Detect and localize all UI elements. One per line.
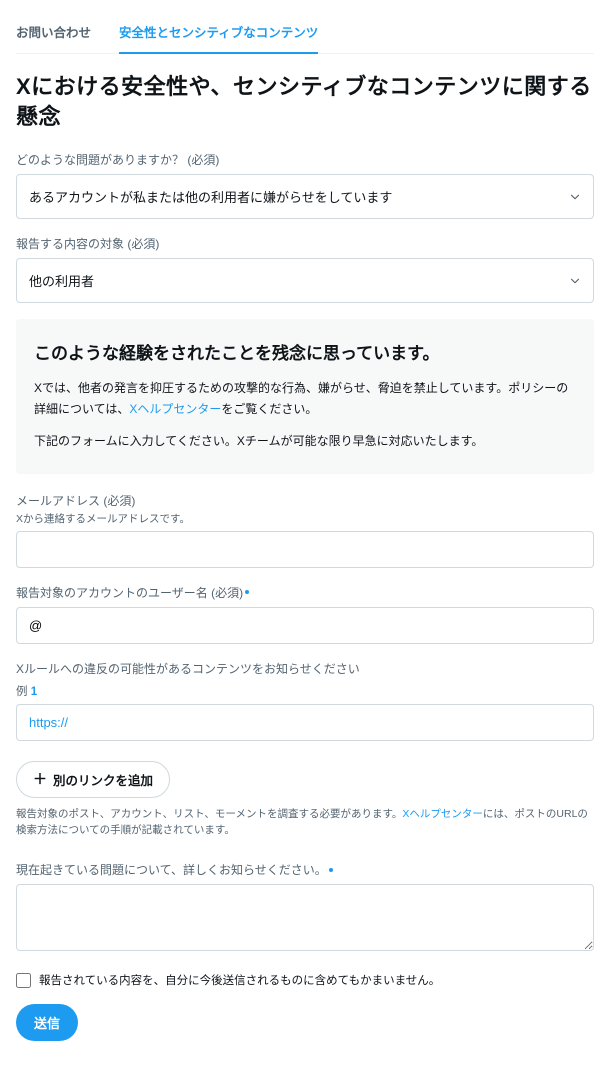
field-violation-content: Xルールへの違反の可能性があるコンテンツをお知らせください 例 1 bbox=[16, 660, 594, 741]
field-label: どのような問題がありますか？ (必須) bbox=[16, 151, 594, 168]
tabs: お問い合わせ 安全性とセンシティブなコンテンツ bbox=[16, 0, 594, 54]
required-indicator-icon bbox=[245, 590, 249, 594]
field-label: 報告する内容の対象 (必須) bbox=[16, 235, 594, 252]
field-report-target: 報告する内容の対象 (必須) 他の利用者 bbox=[16, 235, 594, 303]
field-label: 現在起きている問題について、詳しくお知らせください。 bbox=[16, 861, 594, 878]
email-input[interactable] bbox=[16, 531, 594, 568]
field-details: 現在起きている問題について、詳しくお知らせください。 bbox=[16, 861, 594, 954]
field-sublabel: Xから連絡するメールアドレスです。 bbox=[16, 511, 594, 526]
info-heading: このような経験をされたことを残念に思っています。 bbox=[34, 339, 576, 364]
field-label: メールアドレス (必須) bbox=[16, 492, 594, 509]
info-paragraph-2: 下記のフォームに入力してください。Xチームが可能な限り早急に対応いたします。 bbox=[34, 431, 576, 451]
field-label: 報告対象のアカウントのユーザー名 (必須) bbox=[16, 584, 594, 601]
page-title: Xにおける安全性や、センシティブなコンテンツに関する懸念 bbox=[16, 72, 594, 131]
field-reported-username: 報告対象のアカウントのユーザー名 (必須) bbox=[16, 584, 594, 644]
help-center-link-2[interactable]: Xヘルプセンター bbox=[402, 808, 483, 820]
field-label: Xルールへの違反の可能性があるコンテンツをお知らせください bbox=[16, 660, 594, 677]
select-value: あるアカウントが私または他の利用者に嫌がらせをしています bbox=[29, 187, 392, 206]
add-link-button[interactable]: ＋ 別のリンクを追加 bbox=[16, 761, 170, 798]
select-value: 他の利用者 bbox=[29, 271, 94, 290]
add-link-label: 別のリンクを追加 bbox=[53, 770, 153, 789]
submit-button[interactable]: 送信 bbox=[16, 1004, 78, 1041]
example-label: 例 1 bbox=[16, 683, 594, 699]
report-target-select[interactable]: 他の利用者 bbox=[16, 258, 594, 303]
issue-type-select[interactable]: あるアカウントが私または他の利用者に嫌がらせをしています bbox=[16, 174, 594, 219]
info-box: このような経験をされたことを残念に思っています。 Xでは、他者の発言を抑圧するた… bbox=[16, 319, 594, 473]
violation-url-input[interactable] bbox=[16, 704, 594, 741]
reported-username-input[interactable] bbox=[16, 607, 594, 644]
details-textarea[interactable] bbox=[16, 884, 594, 951]
tab-contact[interactable]: お問い合わせ bbox=[16, 12, 91, 53]
consent-checkbox[interactable] bbox=[16, 973, 31, 988]
help-center-link[interactable]: Xヘルプセンター bbox=[129, 402, 221, 416]
info-paragraph-1: Xでは、他者の発言を抑圧するための攻撃的な行為、嫌がらせ、脅迫を禁止しています。… bbox=[34, 378, 576, 419]
plus-icon: ＋ bbox=[33, 772, 47, 786]
consent-checkbox-row: 報告されている内容を、自分に今後送信されるものに含めてもかまいません。 bbox=[16, 972, 594, 988]
field-email: メールアドレス (必須) Xから連絡するメールアドレスです。 bbox=[16, 492, 594, 568]
consent-label[interactable]: 報告されている内容を、自分に今後送信されるものに含めてもかまいません。 bbox=[39, 972, 440, 988]
helper-text: 報告対象のポスト、アカウント、リスト、モーメントを調査する必要があります。Xヘル… bbox=[16, 806, 594, 840]
tab-safety[interactable]: 安全性とセンシティブなコンテンツ bbox=[119, 12, 318, 53]
field-issue-type: どのような問題がありますか？ (必須) あるアカウントが私または他の利用者に嫌が… bbox=[16, 151, 594, 219]
required-indicator-icon bbox=[329, 868, 333, 872]
